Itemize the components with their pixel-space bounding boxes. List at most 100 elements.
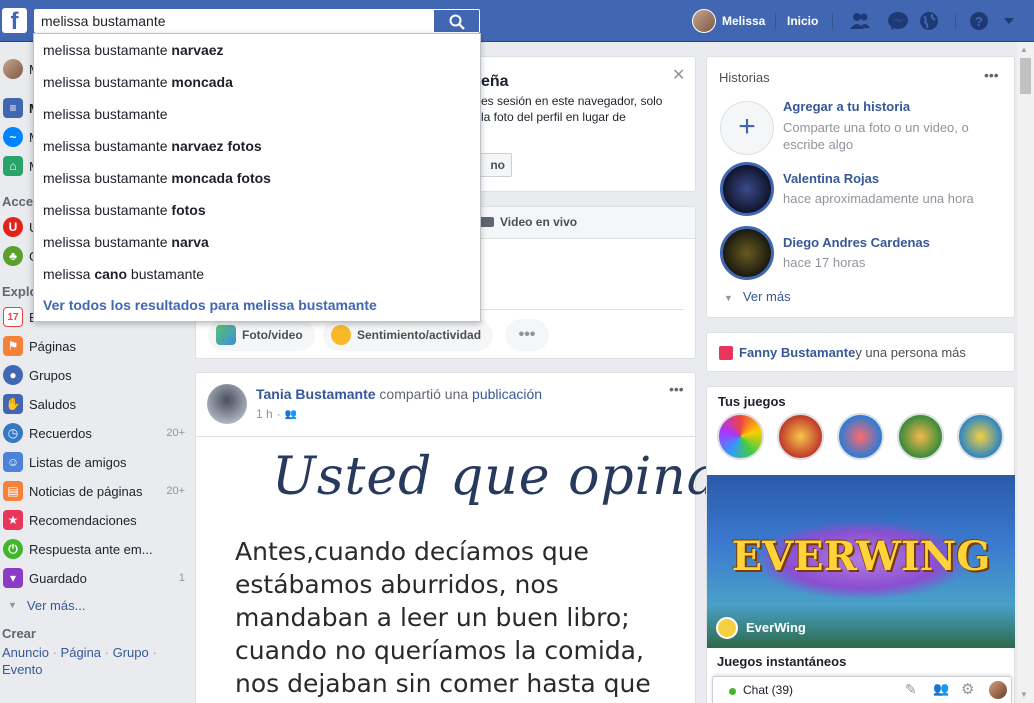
close-icon[interactable]: ✕ [672, 65, 685, 85]
svg-text:?: ? [975, 14, 983, 29]
groups-icon: ● [3, 365, 23, 385]
search-suggestion[interactable]: melissa bustamante narvaez [34, 34, 480, 66]
game-icon[interactable] [777, 413, 824, 460]
sidebar-item-recommendations[interactable]: ★ Recomendaciones [0, 507, 185, 533]
create-ad-link[interactable]: Anuncio [2, 645, 49, 660]
sidebar-item-saved[interactable]: ▾ Guardado 1 [0, 565, 185, 591]
profile-link[interactable]: Melissa [692, 9, 765, 33]
sidebar-item-pages-feed[interactable]: ▤ Noticias de páginas 20+ [0, 478, 185, 504]
create-page-link[interactable]: Página [61, 645, 101, 660]
story-author[interactable]: Diego Andres Cardenas [783, 235, 930, 250]
friend-list-icon: ☺ [3, 452, 23, 472]
recommendations-icon: ★ [3, 510, 23, 530]
search-input[interactable]: melissa bustamante [34, 9, 435, 33]
sidebar-item-groups[interactable]: ● Grupos [0, 362, 185, 388]
messenger-icon: ~ [3, 127, 23, 147]
profile-name: Melissa [722, 14, 766, 28]
featured-game-name: EverWing [746, 620, 806, 635]
post-author-link[interactable]: Tania Bustamante [256, 386, 376, 402]
sidebar-item-label: Recuerdos [29, 425, 92, 441]
notice-button-label: no [490, 158, 505, 172]
crisis-response-icon: ⏻ [3, 539, 23, 559]
sidebar-item-friend-lists[interactable]: ☺ Listas de amigos [0, 449, 185, 475]
notice-title: eña [481, 73, 509, 90]
search-button[interactable] [434, 9, 480, 33]
game-badge-icon [716, 617, 738, 639]
group-chat-icon[interactable]: 👥 [933, 681, 949, 697]
chat-settings-gear-icon[interactable]: ⚙ [961, 680, 974, 698]
feeling-activity-button[interactable]: Sentimiento/actividad [323, 319, 494, 351]
sidebar-item-pokes[interactable]: ✋ Saludos [0, 391, 185, 417]
photo-video-button[interactable]: Foto/video [208, 319, 315, 351]
uno-game-icon: U [3, 217, 23, 237]
featured-game-banner[interactable]: EVERWING EverWing [707, 475, 1015, 648]
birthday-rest: y una persona más [855, 345, 966, 360]
stories-see-more[interactable]: ▼ Ver más [724, 289, 791, 304]
stories-options-icon[interactable]: ••• [984, 67, 999, 83]
sidebar-item-count: 20+ [166, 485, 185, 497]
create-links: Anuncio · Página · Grupo · Evento [2, 644, 182, 678]
sidebar-item-label: Páginas [29, 338, 76, 354]
scrollbar-thumb[interactable] [1020, 58, 1031, 94]
facebook-logo-icon[interactable]: f [2, 8, 27, 33]
game-icon[interactable] [957, 413, 1004, 460]
scroll-down-arrow-icon[interactable]: ▼ [1020, 690, 1028, 699]
story-thumbnail[interactable] [720, 162, 774, 216]
search-suggestion[interactable]: melissa bustamante [34, 98, 480, 130]
search-suggestion[interactable]: melissa cano bustamante [34, 258, 480, 290]
sidebar-item-crisis-response[interactable]: ⏻ Respuesta ante em... [0, 536, 185, 562]
more-options-icon[interactable]: ••• [505, 319, 549, 351]
story-thumbnail[interactable] [720, 226, 774, 280]
search-suggestion[interactable]: melissa bustamante moncada fotos [34, 162, 480, 194]
add-story-button[interactable]: + [720, 101, 774, 155]
notice-button[interactable]: no [478, 153, 512, 177]
search-suggestions-dropdown: melissa bustamante narvaez melissa busta… [33, 33, 481, 322]
game-icon[interactable] [717, 413, 764, 460]
create-group-link[interactable]: Grupo [113, 645, 149, 660]
chat-bar[interactable]: Chat (39) ✎ 👥 ⚙ [712, 676, 1012, 703]
home-link[interactable]: Inicio [787, 14, 818, 28]
story-author[interactable]: Valentina Rojas [783, 171, 879, 186]
notifications-globe-icon[interactable] [918, 11, 940, 31]
search-suggestion[interactable]: melissa bustamante narvaez fotos [34, 130, 480, 162]
avatar[interactable] [207, 384, 247, 424]
messenger-icon[interactable] [887, 11, 909, 31]
friends-audience-icon[interactable]: 👥 [285, 409, 297, 420]
nav-divider [832, 13, 833, 29]
wave-hand-icon: ✋ [3, 394, 23, 414]
add-story-title[interactable]: Agregar a tu historia [783, 99, 910, 114]
separator: · [276, 407, 281, 421]
search-icon [449, 14, 465, 30]
search-suggestion[interactable]: melissa bustamante moncada [34, 66, 480, 98]
game-icon[interactable] [897, 413, 944, 460]
post-options-icon[interactable]: ••• [669, 381, 684, 397]
sidebar-item-memories[interactable]: ◷ Recuerdos 20+ [0, 420, 185, 446]
bookmark-icon: ▾ [3, 568, 23, 588]
create-event-link[interactable]: Evento [2, 662, 42, 677]
compose-message-icon[interactable]: ✎ [905, 681, 917, 698]
see-more-link[interactable]: ▼ Ver más... [0, 592, 185, 618]
birthday-name-link[interactable]: Fanny Bustamante [739, 345, 855, 360]
chat-label: Chat (39) [743, 683, 794, 697]
sidebar-item-pages[interactable]: ⚑ Páginas [0, 333, 185, 359]
separator: · [148, 645, 157, 660]
scroll-up-arrow-icon[interactable]: ▲ [1020, 45, 1028, 54]
help-icon[interactable]: ? [968, 11, 990, 31]
search-suggestion[interactable]: melissa bustamante fotos [34, 194, 480, 226]
game-icon[interactable] [837, 413, 884, 460]
create-heading: Crear [2, 626, 36, 641]
story-time: hace aproximadamente una hora [783, 191, 974, 206]
sidebar-item-label: Recomendaciones [29, 512, 137, 528]
video-camera-icon [480, 217, 494, 227]
see-all-results-link[interactable]: Ver todos los resultados para melissa bu… [34, 290, 480, 322]
nav-divider [955, 13, 956, 29]
post-timestamp[interactable]: 1 h [256, 407, 273, 421]
friend-requests-icon[interactable] [849, 11, 871, 31]
live-video-tab[interactable]: Video en vivo [480, 215, 577, 229]
chevron-down-icon[interactable] [1002, 15, 1016, 27]
post-image-title: Usted que opina? [272, 447, 748, 507]
shared-post-link[interactable]: publicación [472, 386, 542, 402]
chevron-down-icon: ▼ [724, 293, 733, 303]
search-suggestion[interactable]: melissa bustamante narva [34, 226, 480, 258]
page-scrollbar[interactable] [1017, 42, 1034, 703]
